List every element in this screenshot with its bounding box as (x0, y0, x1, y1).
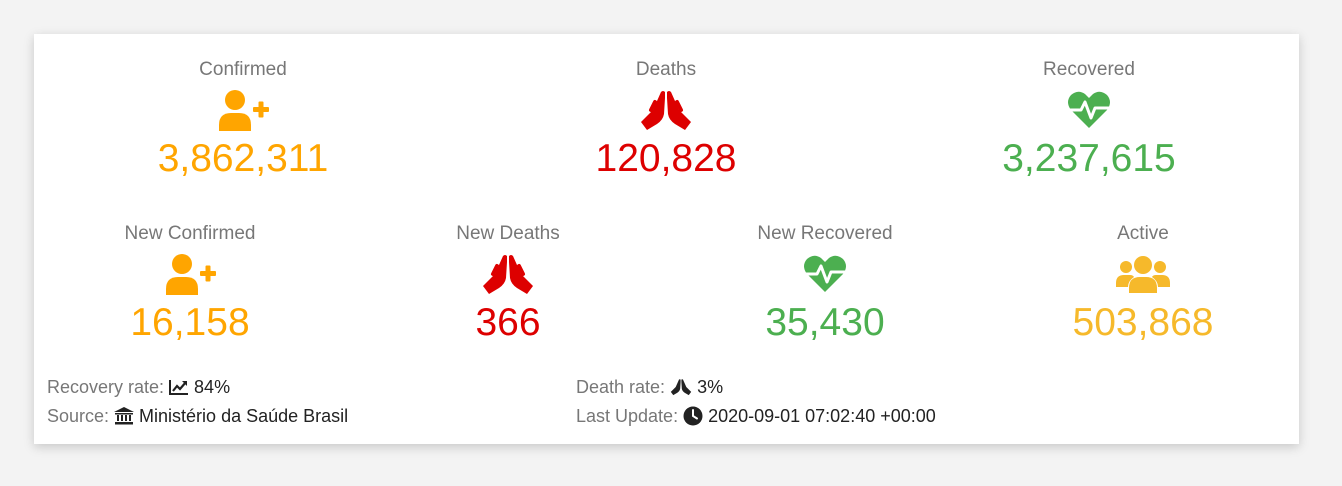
user-plus-icon (93, 86, 393, 134)
last-update: Last Update: 2020-09-01 07:02:40 +00:00 (576, 405, 936, 427)
stat-label: Confirmed (199, 59, 287, 80)
stat-value: 3,862,311 (157, 137, 329, 180)
source-value: Ministério da Saúde Brasil (139, 406, 349, 426)
user-plus-icon (40, 250, 340, 298)
stat-new-deaths: New Deaths 366 (358, 222, 658, 346)
stat-label: New Recovered (757, 223, 893, 244)
stat-new-confirmed: New Confirmed 16,158 (40, 222, 340, 346)
users-icon (993, 250, 1293, 298)
stat-value: 120,828 (595, 137, 737, 180)
recovery-rate: Recovery rate: 84% (47, 376, 230, 398)
stat-label: Active (1117, 223, 1169, 244)
praying-hands-icon (358, 250, 658, 298)
stat-value: 35,430 (765, 301, 885, 344)
stat-value: 3,237,615 (1002, 137, 1176, 180)
death-rate: Death rate: 3% (576, 376, 723, 398)
landmark-icon (114, 407, 135, 425)
chart-line-icon (169, 379, 189, 395)
death-rate-label: Death rate: (576, 377, 666, 397)
stat-value: 503,868 (1072, 301, 1214, 344)
praying-hands-icon (670, 378, 692, 396)
praying-hands-icon (516, 86, 816, 134)
stat-new-recovered: New Recovered 35,430 (675, 222, 975, 346)
stat-deaths: Deaths 120,828 (516, 58, 816, 182)
source: Source: Ministério da Saúde Brasil (47, 405, 348, 427)
stat-label: Deaths (635, 59, 697, 80)
source-label: Source: (47, 406, 110, 426)
stat-active: Active 503,868 (993, 222, 1293, 346)
stat-value: 16,158 (130, 301, 250, 344)
heartbeat-icon (675, 250, 975, 298)
heartbeat-icon (939, 86, 1239, 134)
recovery-rate-label: Recovery rate: (47, 377, 165, 397)
stat-recovered: Recovered 3,237,615 (939, 58, 1239, 182)
last-update-value: 2020-09-01 07:02:40 +00:00 (708, 406, 936, 426)
last-update-label: Last Update: (576, 406, 679, 426)
stat-confirmed: Confirmed 3,862,311 (93, 58, 393, 182)
stats-card: Confirmed 3,862,311 Deaths 120,828 Recov… (34, 34, 1299, 444)
clock-icon (683, 406, 703, 426)
stat-value: 366 (475, 301, 541, 344)
stat-label: New Deaths (456, 223, 560, 244)
recovery-rate-value: 84% (194, 377, 231, 397)
death-rate-value: 3% (697, 377, 724, 397)
stat-label: New Confirmed (124, 223, 256, 244)
stat-label: Recovered (1043, 59, 1135, 80)
